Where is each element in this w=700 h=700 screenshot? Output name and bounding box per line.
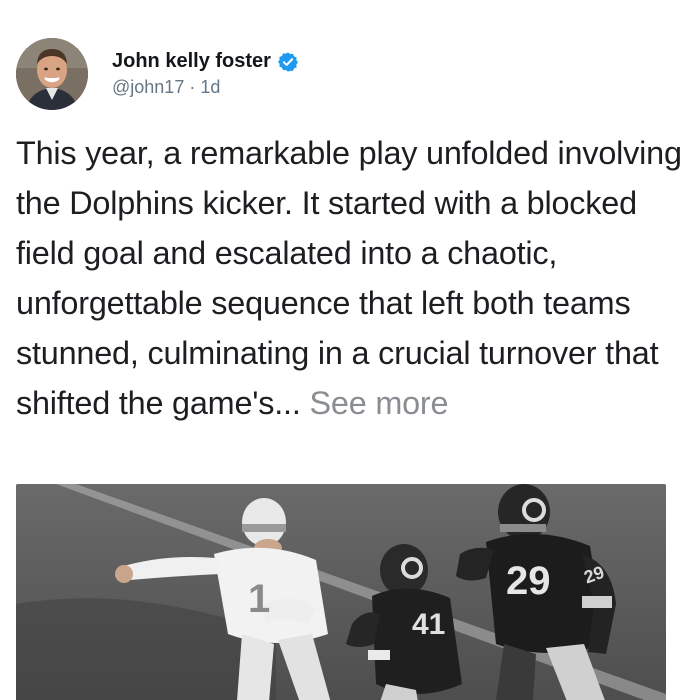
avatar-photo — [16, 38, 88, 110]
post-timestamp[interactable]: 1d — [200, 77, 220, 97]
post-text: This year, a remarkable play unfolded in… — [16, 135, 682, 421]
verified-badge-icon — [277, 51, 299, 73]
post-photo[interactable]: 1 41 29 29 — [16, 484, 666, 700]
football-game-photo: 1 41 29 29 — [16, 484, 666, 700]
author-display-name[interactable]: John kelly foster — [112, 50, 271, 73]
author-sub-row: @john17 · 1d — [112, 77, 299, 98]
jersey-number-1: 1 — [248, 577, 270, 621]
avatar[interactable] — [16, 38, 88, 110]
tweet-header: John kelly foster @john17 · 1d — [16, 36, 299, 112]
meta-separator: · — [184, 77, 201, 97]
author-handle[interactable]: @john17 — [112, 77, 184, 97]
jersey-number-41: 41 — [412, 608, 445, 641]
jersey-number-29: 29 — [506, 559, 551, 603]
tweet-card: John kelly foster @john17 · 1d This year… — [0, 0, 700, 700]
see-more-link[interactable]: See more — [309, 385, 448, 421]
author-meta: John kelly foster @john17 · 1d — [112, 50, 299, 98]
author-name-row: John kelly foster — [112, 50, 299, 73]
post-body: This year, a remarkable play unfolded in… — [16, 128, 692, 428]
